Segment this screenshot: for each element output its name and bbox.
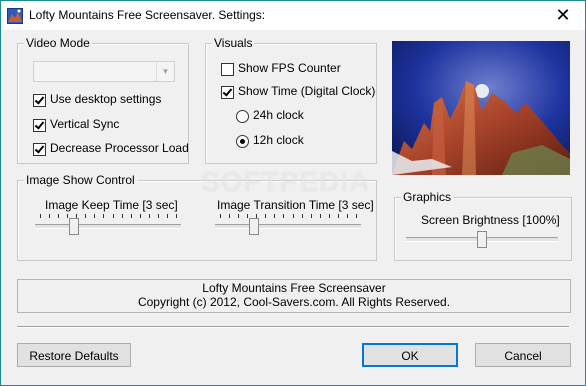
checkbox-box	[221, 86, 234, 99]
slider-tick	[94, 214, 95, 218]
checkbox-box	[33, 94, 46, 107]
slider-tick	[329, 214, 330, 218]
graphics-label: Graphics	[401, 190, 454, 204]
radio-circle	[236, 135, 249, 148]
close-button[interactable]: ✕	[541, 1, 585, 30]
checkbox-box	[33, 143, 46, 156]
slider-tick	[176, 214, 177, 218]
slider-tick	[356, 214, 357, 218]
checkbox-box	[33, 119, 46, 132]
visuals-label: Visuals	[212, 36, 255, 50]
clock-24h-label: 24h clock	[253, 108, 304, 122]
slider-thumb[interactable]	[69, 218, 79, 235]
about-info-box: Lofty Mountains Free Screensaver Copyrig…	[17, 279, 571, 313]
slider-tick	[149, 214, 150, 218]
video-mode-label: Video Mode	[24, 36, 92, 50]
close-icon: ✕	[555, 5, 571, 25]
cancel-button[interactable]: Cancel	[475, 343, 571, 367]
video-mode-select[interactable]: ▼	[33, 61, 175, 82]
slider-tick	[49, 214, 50, 218]
slider-tick	[274, 214, 275, 218]
slider-tick	[265, 214, 266, 218]
chevron-down-icon: ▼	[156, 62, 174, 81]
slider-tick	[122, 214, 123, 218]
slider-tick	[229, 214, 230, 218]
slider-tick	[103, 214, 104, 218]
slider-tick	[131, 214, 132, 218]
keep-time-slider[interactable]	[35, 214, 181, 238]
decrease-processor-load-label: Decrease Processor Load	[50, 141, 189, 155]
slider-tick	[238, 214, 239, 218]
show-fps-label: Show FPS Counter	[238, 61, 341, 75]
copyright-text: Copyright (c) 2012, Cool-Savers.com. All…	[137, 295, 451, 309]
transition-time-label: Image Transition Time [3 sec]	[217, 198, 374, 212]
transition-time-slider[interactable]	[215, 214, 361, 238]
slider-tick	[320, 214, 321, 218]
slider-tick	[113, 214, 114, 218]
slider-thumb[interactable]	[249, 218, 259, 235]
slider-tick	[220, 214, 221, 218]
brightness-slider[interactable]	[406, 227, 558, 251]
keep-time-label: Image Keep Time [3 sec]	[45, 198, 178, 212]
window-title: Lofty Mountains Free Screensaver. Settin…	[29, 8, 266, 22]
slider-track	[215, 224, 361, 229]
slider-tick	[58, 214, 59, 218]
use-desktop-settings-label: Use desktop settings	[50, 92, 162, 106]
watermark-text: SOFTPEDIA	[201, 166, 371, 197]
image-show-label: Image Show Control	[24, 173, 137, 187]
slider-tick	[140, 214, 141, 218]
slider-tick	[311, 214, 312, 218]
separator	[17, 326, 569, 328]
slider-tick	[283, 214, 284, 218]
show-time-label: Show Time (Digital Clock)	[238, 84, 376, 98]
slider-tick	[302, 214, 303, 218]
slider-tick	[85, 214, 86, 218]
slider-tick	[347, 214, 348, 218]
title-bar[interactable]: Lofty Mountains Free Screensaver. Settin…	[1, 1, 585, 30]
slider-tick	[40, 214, 41, 218]
slider-tick	[338, 214, 339, 218]
slider-tick	[158, 214, 159, 218]
app-icon	[7, 8, 23, 24]
radio-circle	[236, 110, 249, 123]
slider-track	[35, 224, 181, 229]
settings-window: Lofty Mountains Free Screensaver. Settin…	[0, 0, 586, 386]
slider-tick	[167, 214, 168, 218]
preview-image	[392, 41, 570, 175]
slider-tick	[67, 214, 68, 218]
vertical-sync-label: Vertical Sync	[50, 117, 120, 131]
slider-tick	[247, 214, 248, 218]
slider-thumb[interactable]	[477, 231, 487, 248]
brightness-label: Screen Brightness [100%]	[421, 213, 560, 227]
clock-12h-label: 12h clock	[253, 133, 304, 147]
ok-button[interactable]: OK	[362, 343, 458, 367]
product-name-text: Lofty Mountains Free Screensaver	[202, 281, 386, 295]
restore-defaults-button[interactable]: Restore Defaults	[17, 343, 131, 367]
checkbox-box	[221, 63, 234, 76]
slider-tick	[293, 214, 294, 218]
